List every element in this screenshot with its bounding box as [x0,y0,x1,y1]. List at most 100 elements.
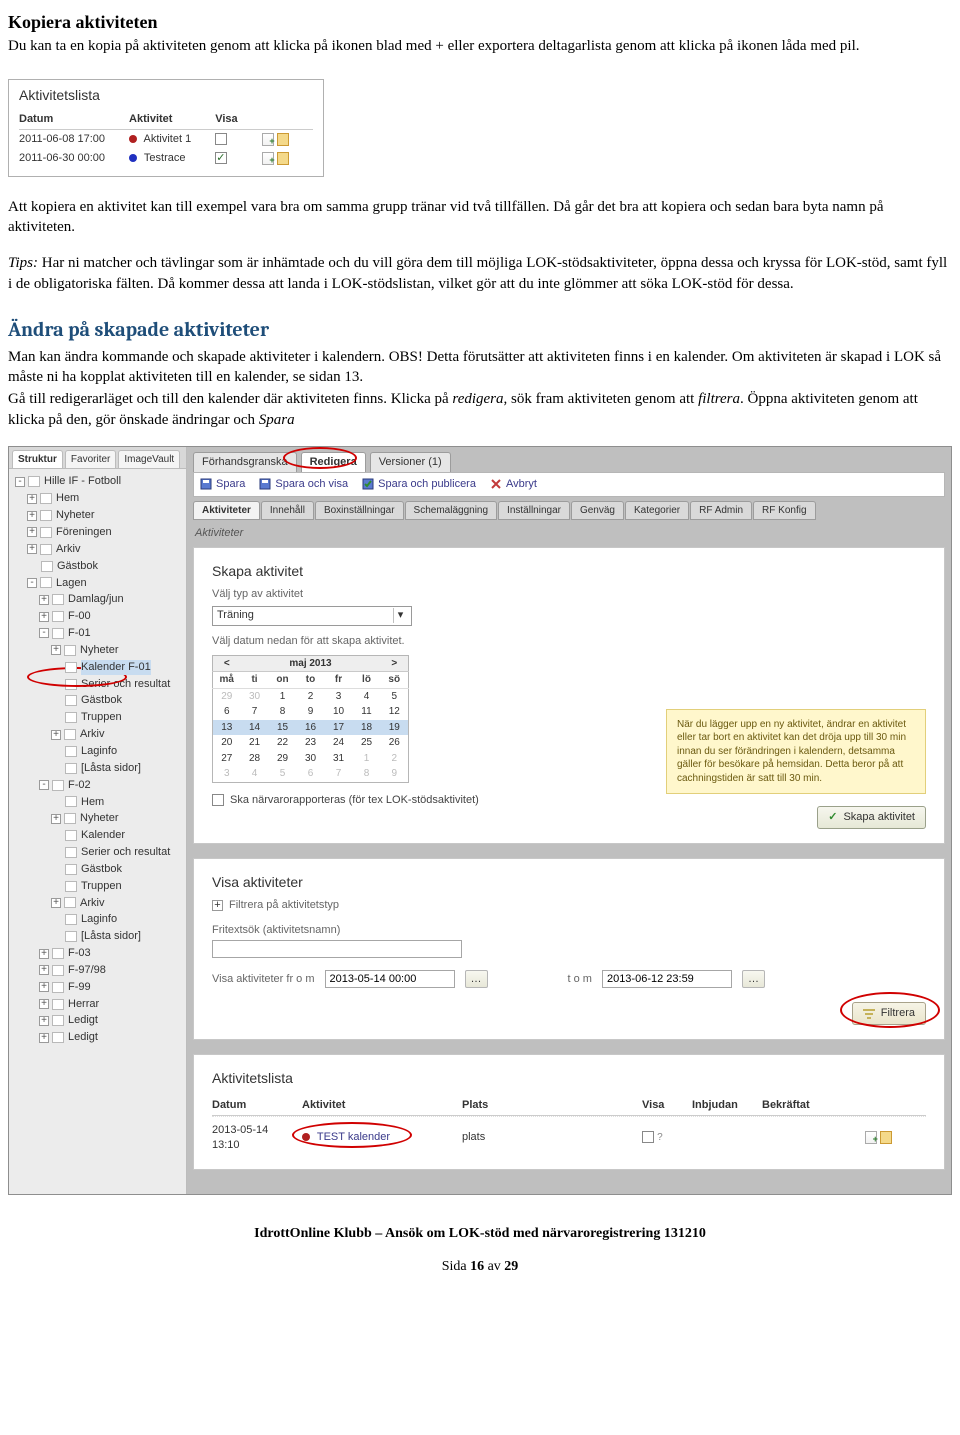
tree-item[interactable]: +Hem [9,490,186,507]
create-activity-button[interactable]: Skapa aktivitet [817,806,926,829]
tree-item[interactable]: +Herrar [9,996,186,1013]
save-and-publish-button[interactable]: Spara och publicera [362,477,476,492]
copy-activity-icon[interactable] [865,1131,877,1144]
calendar-day[interactable]: 3 [213,766,241,782]
tree-item[interactable]: +F-99 [9,979,186,996]
copy-activity-icon[interactable] [262,152,274,165]
tree-item[interactable]: +Föreningen [9,524,186,541]
tree-item[interactable]: +F-03 [9,945,186,962]
calendar-day[interactable]: 25 [353,735,381,751]
tree-item[interactable]: Serier och resultat [9,844,186,861]
copy-activity-icon[interactable] [262,133,274,146]
calendar-day[interactable]: 18 [353,720,381,736]
tree-item[interactable]: [Låsta sidor] [9,928,186,945]
calendar-day[interactable]: 8 [353,766,381,782]
calendar-day[interactable]: 13 [213,720,241,736]
expand-icon[interactable]: + [27,527,37,537]
mode-tab-versions[interactable]: Versioner (1) [370,452,451,472]
sub-tab[interactable]: Boxinställningar [315,501,404,521]
sub-tab[interactable]: Kategorier [625,501,689,521]
calendar-day[interactable]: 6 [213,704,241,720]
calendar-day[interactable]: 22 [269,735,297,751]
calendar-day[interactable]: 16 [297,720,325,736]
calendar-day[interactable]: 5 [381,688,409,704]
calendar-day[interactable]: 20 [213,735,241,751]
visa-checkbox[interactable] [215,133,227,145]
collapse-icon[interactable]: - [15,477,25,487]
sub-tab[interactable]: Genväg [571,501,624,521]
collapse-icon[interactable]: - [27,578,37,588]
expand-icon[interactable]: + [27,511,37,521]
calendar-day[interactable]: 23 [297,735,325,751]
sub-tab[interactable]: Aktiviteter [193,501,260,521]
table-row[interactable]: 2011-06-30 00:00 Testrace [19,149,313,168]
expand-icon[interactable]: + [39,1033,49,1043]
expand-icon[interactable]: + [39,965,49,975]
calendar-day[interactable]: 21 [241,735,269,751]
calendar-day[interactable]: 4 [353,688,381,704]
collapse-icon[interactable]: - [39,780,49,790]
calendar-day[interactable]: 17 [325,720,353,736]
expand-icon[interactable]: + [39,595,49,605]
calendar-day[interactable]: 15 [269,720,297,736]
sidebar-tab-struktur[interactable]: Struktur [12,450,63,469]
calendar-day[interactable]: 30 [297,751,325,767]
tree-item[interactable]: -F-02 [9,777,186,794]
calendar-day[interactable]: 27 [213,751,241,767]
export-participants-icon[interactable] [880,1131,892,1144]
tree-item[interactable]: +Arkiv [9,895,186,912]
tree-item[interactable]: [Låsta sidor] [9,760,186,777]
expand-filter-icon[interactable]: + [212,900,223,911]
save-and-show-button[interactable]: Spara och visa [259,477,348,492]
expand-icon[interactable]: + [51,730,61,740]
datepicker-to-button[interactable]: … [742,970,765,989]
tree-item[interactable]: Laginfo [9,911,186,928]
activity-type-select[interactable]: Träning ▾ [212,606,412,626]
calendar-prev[interactable]: < [213,655,241,672]
calendar-day[interactable]: 10 [325,704,353,720]
expand-icon[interactable]: + [39,999,49,1009]
datepicker-from-button[interactable]: … [465,970,488,989]
sidebar-tab-favoriter[interactable]: Favoriter [65,450,116,469]
tree-item[interactable]: +Ledigt [9,1012,186,1029]
calendar-day[interactable]: 2 [297,688,325,704]
tree-item[interactable]: +Nyheter [9,507,186,524]
date-from-input[interactable] [325,970,455,988]
expand-icon[interactable]: + [27,494,37,504]
tree-item[interactable]: +F-97/98 [9,962,186,979]
cancel-button[interactable]: Avbryt [490,477,537,492]
expand-icon[interactable]: + [39,1016,49,1026]
calendar-day[interactable]: 28 [241,751,269,767]
sub-tab[interactable]: Schemaläggning [405,501,498,521]
expand-icon[interactable]: + [39,982,49,992]
export-participants-icon[interactable] [277,133,289,146]
mode-tab-preview[interactable]: Förhandsgranska [193,452,297,472]
calendar-day[interactable]: 14 [241,720,269,736]
tree-item[interactable]: Truppen [9,709,186,726]
export-participants-icon[interactable] [277,152,289,165]
expand-icon[interactable]: + [27,544,37,554]
calendar-day[interactable]: 6 [297,766,325,782]
calendar-day[interactable]: 7 [241,704,269,720]
calendar-next[interactable]: > [381,655,409,672]
calendar-day[interactable]: 24 [325,735,353,751]
save-button[interactable]: Spara [200,477,245,492]
calendar-day[interactable]: 3 [325,688,353,704]
tree-item[interactable]: -F-01 [9,625,186,642]
calendar-day[interactable]: 30 [241,688,269,704]
help-icon[interactable]: ? [657,1132,663,1143]
tree-item[interactable]: +F-00 [9,608,186,625]
tree-item[interactable]: Kalender [9,827,186,844]
calendar-day[interactable]: 7 [325,766,353,782]
expand-icon[interactable]: + [51,898,61,908]
tree-item[interactable]: +Nyheter [9,810,186,827]
sub-tab[interactable]: Innehåll [261,501,314,521]
sidebar-tab-imagevault[interactable]: ImageVault [118,450,180,469]
calendar-day[interactable]: 5 [269,766,297,782]
table-row[interactable]: 2013-05-14 13:10 TEST kalender plats ? [212,1116,926,1155]
calendar[interactable]: < maj 2013 > måtiontofrlösö 293012345678… [212,655,409,783]
calendar-day[interactable]: 19 [381,720,409,736]
date-to-input[interactable] [602,970,732,988]
tree-item[interactable]: +Ledigt [9,1029,186,1046]
calendar-day[interactable]: 9 [381,766,409,782]
